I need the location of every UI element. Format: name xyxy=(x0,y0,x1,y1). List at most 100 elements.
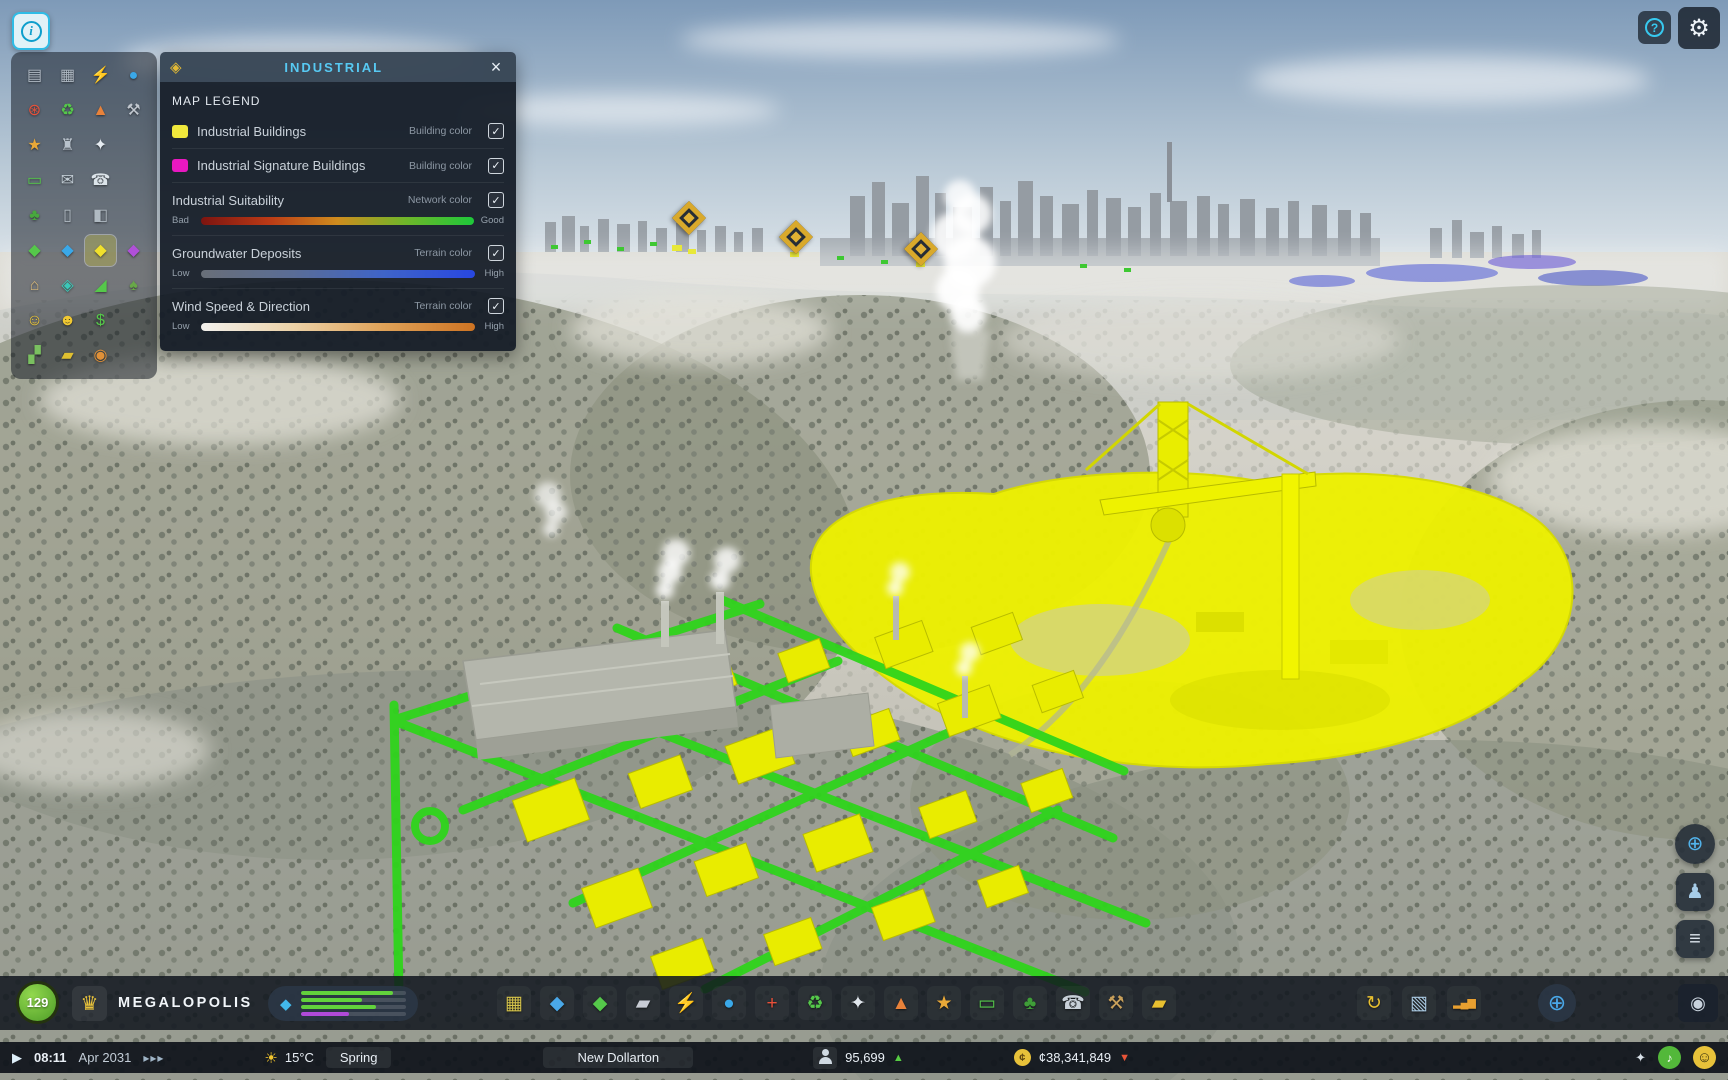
legend-checkbox[interactable]: ✓ xyxy=(488,192,504,208)
main-toolbar: 129 ♛ MEGALOPOLIS ◆ ▦◆◆▰⚡●+♻✦▲★▭♣☎⚒▰ ↻▧▂… xyxy=(0,976,1728,1030)
map-overview-button-icon: ⊕ xyxy=(1687,834,1704,854)
infoview-healthcare[interactable]: ⊛ xyxy=(19,95,50,126)
infoview-empty-slot xyxy=(118,305,149,336)
money-indicator[interactable]: ¢ ¢38,341,849 ▼ xyxy=(1014,1049,1130,1066)
reward-icon[interactable]: ✦ xyxy=(1635,1050,1646,1066)
citizens-button[interactable]: ♟ xyxy=(1676,873,1714,911)
infoview-garbage[interactable]: ♻ xyxy=(52,95,83,126)
infoview-industrial-zones[interactable]: ◆ xyxy=(85,235,116,266)
legend-checkbox[interactable]: ✓ xyxy=(488,245,504,261)
garbage-tool[interactable]: ♻ xyxy=(798,986,832,1020)
infoview-education[interactable]: ✦ xyxy=(85,130,116,161)
police-tool[interactable]: ★ xyxy=(927,986,961,1020)
milestone-bar-fill xyxy=(301,998,362,1002)
journal-button[interactable]: ≡ xyxy=(1676,920,1714,958)
milestone-bar xyxy=(301,1005,406,1009)
district-name[interactable]: New Dollarton xyxy=(543,1047,693,1068)
infoview-land-value[interactable]: ⌂ xyxy=(19,270,50,301)
infoviews-toggle-button[interactable]: i xyxy=(12,12,50,50)
infoview-vehicles[interactable]: ▰ xyxy=(52,340,83,371)
legend-color-type: Building color xyxy=(409,125,472,137)
infoview-signature[interactable]: ◈ xyxy=(52,270,83,301)
settings-button[interactable]: ⚙ xyxy=(1678,7,1720,49)
infoview-economy[interactable]: ◢ xyxy=(85,270,116,301)
infoview-commercial-zones[interactable]: ◆ xyxy=(52,235,83,266)
infoview-education-icon: ✦ xyxy=(94,138,107,154)
sun-icon: ☀ xyxy=(264,1049,277,1067)
infoview-money[interactable]: $ xyxy=(85,305,116,336)
legend-checkbox[interactable]: ✓ xyxy=(488,158,504,174)
temperature: 15°C xyxy=(285,1050,314,1065)
infoview-water[interactable]: ● xyxy=(118,60,149,91)
legend-row: Industrial SuitabilityNetwork color✓BadG… xyxy=(172,182,504,235)
photo-mode-button[interactable]: ⊕ xyxy=(1538,984,1576,1022)
electricity-tool[interactable]: ⚡ xyxy=(669,986,703,1020)
map-tiles-button-icon: ▧ xyxy=(1410,994,1428,1013)
camera-button[interactable]: ◉ xyxy=(1678,984,1718,1022)
infoview-fire-rescue[interactable]: ▲ xyxy=(85,95,116,126)
legend-label: Industrial Buildings xyxy=(197,124,400,139)
infoview-post[interactable]: ✉ xyxy=(52,165,83,196)
infoview-office-zones-icon: ◆ xyxy=(127,243,139,259)
infoview-noise[interactable]: ◧ xyxy=(85,200,116,231)
infoview-office-zones[interactable]: ◆ xyxy=(118,235,149,266)
legend-checkbox[interactable]: ✓ xyxy=(488,298,504,314)
terraforming-tool-icon: ⚒ xyxy=(1107,994,1124,1013)
transport-tool[interactable]: ▭ xyxy=(970,986,1004,1020)
zoning-tool[interactable]: ▦ xyxy=(497,986,531,1020)
statistics-button[interactable]: ▂▄▆ xyxy=(1447,986,1481,1020)
milestones-button[interactable]: ♛ xyxy=(72,986,107,1021)
infoview-happiness[interactable]: ☺ xyxy=(19,305,50,336)
infoview-services[interactable]: ▦ xyxy=(52,60,83,91)
bulldozer-tool-icon: ▰ xyxy=(1152,994,1167,1013)
infoview-wellbeing[interactable]: ☻ xyxy=(52,305,83,336)
economy-panel-button[interactable]: ↻ xyxy=(1357,986,1391,1020)
garbage-tool-icon: ♻ xyxy=(806,994,823,1013)
happiness-button[interactable]: ☺ xyxy=(1693,1046,1716,1069)
parks-tool[interactable]: ♣ xyxy=(1013,986,1047,1020)
infoview-administration[interactable]: ♜ xyxy=(52,130,83,161)
map-overview-button[interactable]: ⊕ xyxy=(1675,824,1715,864)
help-button[interactable]: ? xyxy=(1638,11,1671,44)
infoview-transportation[interactable]: ▭ xyxy=(19,165,50,196)
roads-tool[interactable]: ▰ xyxy=(626,986,660,1020)
population-indicator[interactable]: 95,699 ▲ xyxy=(813,1047,904,1069)
scale-min-label: Low xyxy=(172,321,194,332)
infoview-residential-zones-icon: ◆ xyxy=(28,243,40,259)
legend-checkbox[interactable]: ✓ xyxy=(488,123,504,139)
infoview-resources[interactable]: ◉ xyxy=(85,340,116,371)
education-tool[interactable]: ✦ xyxy=(841,986,875,1020)
infoview-terrain[interactable]: ▞ xyxy=(19,340,50,371)
signature-areas-tool-icon: ◆ xyxy=(593,994,608,1013)
areas-tool[interactable]: ◆ xyxy=(540,986,574,1020)
water-tool[interactable]: ● xyxy=(712,986,746,1020)
infoview-waste[interactable]: ▯ xyxy=(52,200,83,231)
infoview-agriculture[interactable]: ♠ xyxy=(118,270,149,301)
communications-tool[interactable]: ☎ xyxy=(1056,986,1090,1020)
infoview-parks[interactable]: ♣ xyxy=(19,200,50,231)
milestone-progress-widget[interactable]: ◆ xyxy=(268,986,418,1021)
infoview-buildings[interactable]: ▤ xyxy=(19,60,50,91)
terraforming-tool[interactable]: ⚒ xyxy=(1099,986,1133,1020)
healthcare-tool[interactable]: + xyxy=(755,986,789,1020)
close-button[interactable]: × xyxy=(486,58,506,76)
xp-level-badge[interactable]: 129 xyxy=(16,981,59,1024)
infoview-maintenance[interactable]: ⚒ xyxy=(118,95,149,126)
bulldozer-tool[interactable]: ▰ xyxy=(1142,986,1176,1020)
fire-rescue-tool[interactable]: ▲ xyxy=(884,986,918,1020)
gradient-bar xyxy=(201,270,475,278)
infoview-electricity[interactable]: ⚡ xyxy=(85,60,116,91)
infoview-communications[interactable]: ☎ xyxy=(85,165,116,196)
economy-panel-button-icon: ↻ xyxy=(1366,994,1382,1013)
transport-tool-icon: ▭ xyxy=(978,994,996,1013)
signature-areas-tool[interactable]: ◆ xyxy=(583,986,617,1020)
chirper-button[interactable]: ♪ xyxy=(1658,1046,1681,1069)
infoview-police[interactable]: ★ xyxy=(19,130,50,161)
play-pause-button[interactable]: ▶ xyxy=(12,1050,22,1066)
journal-button-icon: ≡ xyxy=(1689,929,1701,949)
scale-min-label: Low xyxy=(172,268,194,279)
map-tiles-button[interactable]: ▧ xyxy=(1402,986,1436,1020)
speed-control[interactable]: ▸▸▸ xyxy=(143,1051,164,1065)
electricity-tool-icon: ⚡ xyxy=(674,994,698,1013)
infoview-residential-zones[interactable]: ◆ xyxy=(19,235,50,266)
